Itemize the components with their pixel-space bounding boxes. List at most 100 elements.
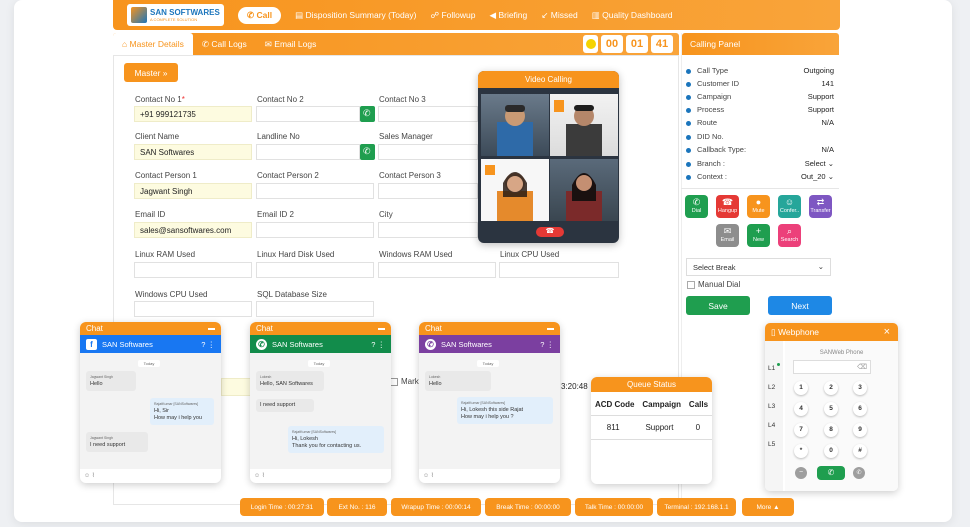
call-label: Call [256, 9, 273, 20]
save-button[interactable]: Save [686, 296, 750, 315]
nav-briefing-label: Briefing [498, 9, 528, 20]
sales-manager-field[interactable] [378, 144, 478, 160]
info-branch[interactable]: Branch : Select ⌄ [686, 159, 834, 168]
line-5[interactable]: L5 [768, 441, 775, 448]
call-button[interactable]: ✆ Call [238, 6, 282, 24]
key-9[interactable]: 9 [853, 423, 867, 437]
tab-master-details[interactable]: ⌂ Master Details [113, 33, 193, 55]
info-process-label: Process [697, 105, 725, 114]
queue-status-window: Queue Status ACD Code Campaign Calls 811… [591, 377, 712, 484]
landline-field[interactable] [256, 144, 360, 160]
transfer-icon: ⇄ [816, 197, 825, 207]
followup-icon: ☍ [430, 9, 440, 20]
contact-person1-field[interactable]: Jagwant Singh [134, 183, 252, 199]
nav-briefing[interactable]: ◀ Briefing [490, 10, 528, 21]
backspace-icon[interactable]: ⌫ [857, 363, 867, 371]
manual-dial-checkbox[interactable] [687, 281, 695, 289]
dial-button[interactable]: ✆ Dial [685, 195, 708, 218]
chat-input-bar[interactable]: ☺ ⌇ [80, 469, 221, 483]
chat-input-bar[interactable]: ☺ ⌇ [419, 469, 560, 483]
contact-person3-field[interactable] [378, 183, 478, 199]
master-button[interactable]: Master » [124, 63, 178, 82]
landline-call-button[interactable] [360, 144, 375, 160]
key-hash[interactable]: # [853, 444, 867, 458]
nav-followup[interactable]: ☍ Followup [431, 10, 476, 21]
contact2-field[interactable] [256, 106, 360, 122]
break-select[interactable]: Select Break ⌄ [686, 258, 831, 276]
minus-icon[interactable]: − [795, 467, 807, 479]
envelope-icon: ✉ [264, 38, 272, 49]
key-4[interactable]: 4 [794, 402, 808, 416]
email-field[interactable]: sales@sansoftwares.com [134, 222, 252, 238]
dial-number-input[interactable]: ⌫ [793, 360, 871, 374]
line-3[interactable]: L3 [768, 403, 775, 410]
city-field[interactable] [378, 222, 478, 238]
queue-col-calls: Calls [688, 400, 709, 409]
attach-icon[interactable]: ⌇ [431, 473, 434, 479]
chat-contact-name: SAN Softwares [102, 339, 153, 349]
linux-ram-field[interactable] [134, 262, 252, 278]
attach-icon[interactable]: ⌇ [262, 473, 265, 479]
tab-call-logs[interactable]: ✆ Call Logs [193, 33, 256, 55]
line-2[interactable]: L2 [768, 384, 775, 391]
partial-time: 3:20:48 [561, 382, 588, 391]
line-4[interactable]: L4 [768, 422, 775, 429]
conference-button[interactable]: ☺ Confer.. [778, 195, 801, 218]
more-options-icon[interactable]: ? ⋮ [371, 340, 385, 349]
info-context[interactable]: Context : Out_20 ⌄ [686, 172, 834, 181]
key-6[interactable]: 6 [853, 402, 867, 416]
new-button[interactable]: + New [747, 224, 770, 247]
nav-quality[interactable]: ▥ Quality Dashboard [592, 10, 673, 21]
contact3-field[interactable] [378, 106, 478, 122]
search-button[interactable]: ⌕ Search [778, 224, 801, 247]
attach-icon[interactable]: ⌇ [92, 473, 95, 479]
key-2[interactable]: 2 [824, 381, 838, 395]
win-cpu-field[interactable] [134, 301, 252, 317]
sql-db-field[interactable] [256, 301, 374, 317]
key-3[interactable]: 3 [853, 381, 867, 395]
chat-messages: Today Lokesh Hello RajatKumar [SANSoftwar… [419, 353, 560, 469]
info-route-value: N/A [821, 118, 834, 127]
contact1-field[interactable]: +91 999121735 [134, 106, 252, 122]
line-1[interactable]: L1 [768, 365, 775, 372]
contact-person2-field[interactable] [256, 183, 374, 199]
nav-missed[interactable]: ↙ Missed [541, 10, 577, 21]
win-ram-field[interactable] [378, 262, 496, 278]
key-5[interactable]: 5 [824, 402, 838, 416]
key-8[interactable]: 8 [824, 423, 838, 437]
email2-field[interactable] [256, 222, 374, 238]
dial-label: Dial [691, 208, 702, 214]
key-0[interactable]: 0 [824, 444, 838, 458]
message-text: Hello [429, 381, 442, 387]
phone-dial-button[interactable]: ✆ [817, 466, 845, 480]
nav-disposition[interactable]: ▤ Disposition Summary (Today) [295, 10, 416, 21]
emoji-icon[interactable]: ☺ [254, 473, 260, 479]
tab-email-logs[interactable]: ✉ Email Logs [256, 33, 326, 55]
key-star[interactable]: * [794, 444, 808, 458]
more-options-icon[interactable]: ? ⋮ [201, 340, 215, 349]
linux-cpu-field[interactable] [499, 262, 619, 278]
sales-manager-label: Sales Manager [379, 132, 433, 141]
chat-input-bar[interactable]: ☺ ⌇ [250, 469, 391, 483]
key-7[interactable]: 7 [794, 423, 808, 437]
more-button[interactable]: More ▲ [742, 498, 794, 516]
emoji-icon[interactable]: ☺ [84, 473, 90, 479]
next-button[interactable]: Next [768, 296, 832, 315]
mark-checkbox[interactable] [390, 378, 398, 386]
minimize-icon[interactable] [208, 328, 215, 330]
client-name-field[interactable]: SAN Softwares [134, 144, 252, 160]
emoji-icon[interactable]: ☺ [423, 473, 429, 479]
minimize-icon[interactable] [378, 328, 385, 330]
linux-disk-field[interactable] [256, 262, 374, 278]
contact2-call-button[interactable] [360, 106, 375, 122]
hangup-button[interactable]: ☎ Hangup [716, 195, 739, 218]
end-call-button[interactable]: ☎ [536, 227, 564, 237]
email-button[interactable]: ✉ Email [716, 224, 739, 247]
close-icon[interactable]: × [884, 323, 890, 341]
minimize-icon[interactable] [547, 328, 554, 330]
more-options-icon[interactable]: ? ⋮ [540, 340, 554, 349]
key-1[interactable]: 1 [794, 381, 808, 395]
call-forward-icon[interactable]: ✆ [853, 467, 865, 479]
mute-button[interactable]: ● Mute [747, 195, 770, 218]
transfer-button[interactable]: ⇄ Transfer [809, 195, 832, 218]
